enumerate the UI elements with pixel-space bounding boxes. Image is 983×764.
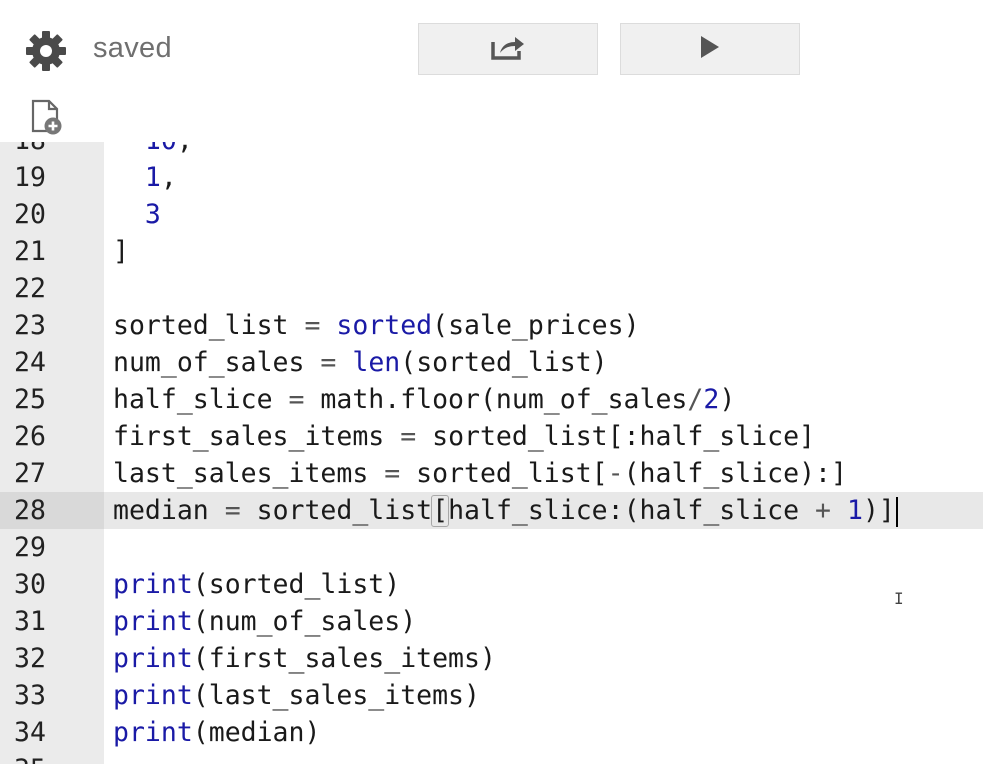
code-line[interactable]: 20 3 xyxy=(0,196,983,233)
code-line[interactable]: 23 sorted_list = sorted(sale_prices) xyxy=(0,307,983,344)
line-number: 29 xyxy=(14,532,46,563)
line-number: 18 xyxy=(0,142,104,159)
line-code: median = sorted_list[half_slice:(half_sl… xyxy=(113,492,898,529)
line-code: print(num_of_sales) xyxy=(113,606,417,637)
line-code: 10, xyxy=(113,142,193,159)
line-code: print(first_sales_items) xyxy=(113,643,496,674)
line-number: 24 xyxy=(14,347,46,378)
line-code: num_of_sales = len(sorted_list) xyxy=(113,347,608,378)
line-code: first_sales_items = sorted_list[:half_sl… xyxy=(113,421,816,452)
line-code: 1, xyxy=(144,162,177,193)
code-lines: 18 10,19 1,20 321]2223sorted_list = sort… xyxy=(0,142,983,764)
matching-bracket: [ xyxy=(431,495,450,527)
code-line[interactable]: 27 last_sales_items = sorted_list[-(half_… xyxy=(0,455,983,492)
line-number: 30 xyxy=(14,569,46,600)
code-line[interactable]: 19 1, xyxy=(0,159,983,196)
code-line[interactable]: 34 print(median) xyxy=(0,714,983,751)
code-editor[interactable]: 18 10,19 1,20 321]2223sorted_list = sort… xyxy=(0,142,983,764)
text-cursor xyxy=(895,496,898,527)
save-status: saved xyxy=(93,32,172,64)
line-code: sorted_list = sorted(sale_prices) xyxy=(113,310,640,341)
line-code: print(sorted_list) xyxy=(113,569,401,600)
line-number: 19 xyxy=(14,162,46,193)
line-number: 34 xyxy=(14,717,46,748)
gear-icon[interactable] xyxy=(24,29,68,73)
text-cursor-icon: I xyxy=(894,589,904,608)
line-number: 20 xyxy=(14,199,46,230)
line-number: 32 xyxy=(14,643,46,674)
line-code: 3 xyxy=(144,199,161,230)
line-number: 21 xyxy=(14,236,46,267)
play-icon xyxy=(698,34,722,64)
line-number: 22 xyxy=(14,273,46,304)
line-number: 31 xyxy=(14,606,46,637)
code-line[interactable]: 31 print(num_of_sales) xyxy=(0,603,983,640)
code-line[interactable]: 24 num_of_sales = len(sorted_list) xyxy=(0,344,983,381)
line-number: 23 xyxy=(14,310,46,341)
share-button[interactable] xyxy=(418,23,598,75)
run-button[interactable] xyxy=(620,23,800,75)
line-number: 33 xyxy=(14,680,46,711)
code-line[interactable]: 32 print(first_sales_items) xyxy=(0,640,983,677)
code-line[interactable]: 28 median = sorted_list[half_slice:(half_… xyxy=(0,492,983,529)
toolbar: saved xyxy=(0,0,983,96)
line-code: last_sales_items = sorted_list[-(half_sl… xyxy=(113,458,847,489)
line-code: ] xyxy=(113,236,129,267)
code-line[interactable]: 21] xyxy=(0,233,983,270)
code-line[interactable]: 35 xyxy=(0,751,983,764)
code-line[interactable]: 26 first_sales_items = sorted_list[:half_… xyxy=(0,418,983,455)
line-number: 35 xyxy=(0,751,104,764)
line-number: 25 xyxy=(14,384,46,415)
share-icon xyxy=(490,33,526,65)
code-line[interactable]: 18 10, xyxy=(0,142,983,159)
line-number: 27 xyxy=(14,458,46,489)
code-line[interactable]: 22 xyxy=(0,270,983,307)
code-line[interactable]: 33 print(last_sales_items) xyxy=(0,677,983,714)
line-code: print(median) xyxy=(113,717,321,748)
line-code: half_slice = math.floor(num_of_sales/2) xyxy=(113,384,736,415)
code-line[interactable]: 30 print(sorted_list) xyxy=(0,566,983,603)
code-line[interactable]: 25 half_slice = math.floor(num_of_sales/2… xyxy=(0,381,983,418)
line-number: 28 xyxy=(0,492,104,529)
line-number: 26 xyxy=(14,421,46,452)
new-file-icon[interactable] xyxy=(28,98,68,138)
code-line[interactable]: 29 xyxy=(0,529,983,566)
line-code: print(last_sales_items) xyxy=(113,680,480,711)
